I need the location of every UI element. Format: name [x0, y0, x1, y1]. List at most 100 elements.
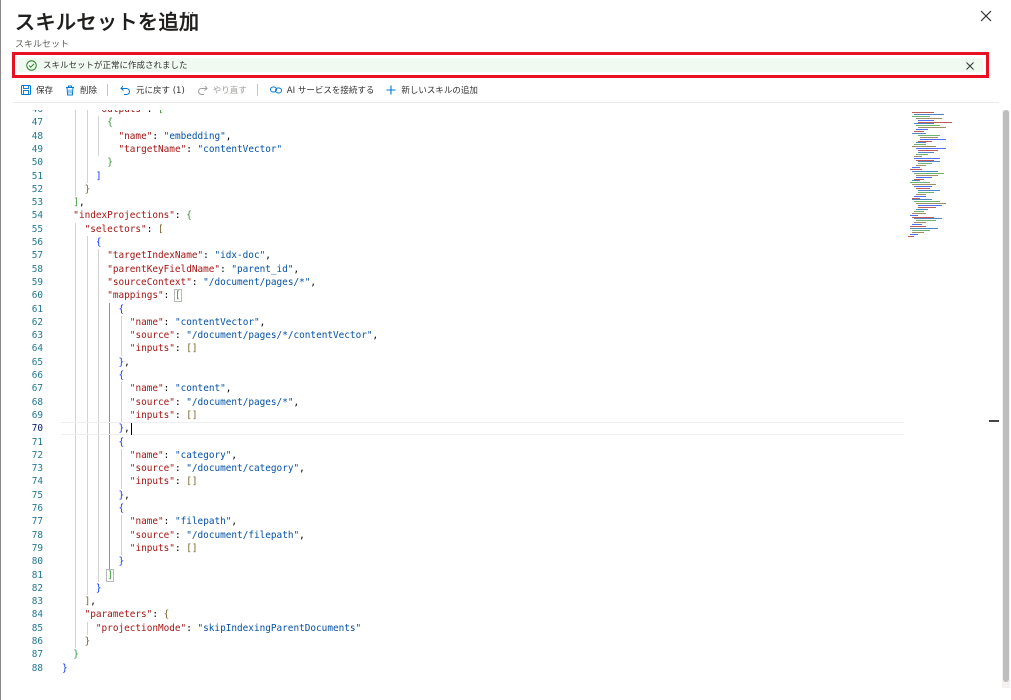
editor-minimap[interactable]: [898, 110, 968, 240]
code-line[interactable]: 79 "inputs": []: [13, 542, 893, 555]
scrollbar-thumb[interactable]: [1003, 110, 1009, 682]
code-line[interactable]: 86}: [13, 635, 893, 648]
code-line[interactable]: 64 "inputs": []: [13, 342, 893, 355]
connect-ai-label: AI サービスを接続する: [286, 86, 375, 96]
code-line[interactable]: 68 "source": "/document/pages/*",: [13, 396, 893, 409]
minimap-line: [918, 191, 934, 193]
code-line[interactable]: 49 "targetName": "contentVector": [13, 143, 893, 156]
code-line[interactable]: 77 "name": "filepath",: [13, 515, 893, 528]
code-line[interactable]: 59 "sourceContext": "/document/pages/*",: [13, 276, 893, 289]
minimap-line: [920, 136, 938, 138]
line-number: 57: [31, 250, 43, 262]
minimap-line: [914, 178, 924, 180]
code-line[interactable]: 65},: [13, 356, 893, 369]
code-line[interactable]: 74 "inputs": []: [13, 475, 893, 488]
code-line[interactable]: 88}: [13, 662, 893, 675]
code-text: {: [119, 369, 125, 382]
add-new-skill-button[interactable]: 新しいスキルの追加: [386, 84, 478, 96]
code-line[interactable]: 70},: [13, 422, 893, 435]
code-line[interactable]: 82}: [13, 582, 893, 595]
line-number: 50: [31, 157, 43, 169]
minimap-line: [912, 231, 924, 233]
code-text: "source": "/document/pages/*",: [130, 396, 299, 409]
vertical-scrollbar[interactable]: [1002, 110, 1010, 688]
code-line[interactable]: 62 "name": "contentVector",: [13, 316, 893, 329]
more-options-button[interactable]: ···: [183, 6, 194, 20]
code-line[interactable]: 60 "mappings": [: [13, 289, 893, 302]
code-line[interactable]: 83],: [13, 595, 893, 608]
code-token: "inputs": [129, 476, 175, 488]
code-line[interactable]: 58 "parentKeyFieldName": "parent_id",: [13, 263, 893, 276]
minimap-line: [916, 165, 926, 167]
code-text: "source": "/document/pages/*/contentVect…: [130, 329, 378, 342]
code-token: "selectors": [84, 223, 147, 235]
code-line[interactable]: 75},: [13, 489, 893, 502]
dismiss-notification-icon[interactable]: [965, 61, 975, 71]
code-token: ,: [78, 197, 85, 209]
code-text: "targetIndexName": "idx-doc",: [107, 249, 271, 262]
code-line[interactable]: 57 "targetIndexName": "idx-doc",: [13, 249, 893, 262]
code-token: :: [174, 330, 187, 342]
code-token: ]: [95, 170, 102, 182]
code-text: "name": "category",: [130, 449, 237, 462]
json-code-editor[interactable]: 46"outputs": [47{48"name": "embedding",4…: [13, 110, 1006, 688]
code-token: ,: [124, 489, 130, 501]
code-line[interactable]: 47 {: [13, 116, 893, 129]
line-number: 76: [31, 503, 43, 514]
save-button[interactable]: 保存: [21, 84, 53, 96]
code-line[interactable]: 52}: [13, 183, 893, 196]
code-line[interactable]: 61 {: [13, 303, 893, 316]
minimap-line: [914, 155, 922, 157]
code-token: "/document/category": [186, 463, 300, 475]
code-line[interactable]: 54 "indexProjections": {: [13, 209, 893, 222]
code-token: :: [174, 210, 187, 222]
code-token: "name": [129, 449, 164, 461]
code-token: ,: [231, 449, 238, 461]
code-token: [: [157, 223, 164, 235]
code-token: ,: [299, 463, 305, 475]
code-token: "embedding": [163, 130, 226, 142]
code-line[interactable]: 80}: [13, 555, 893, 568]
code-token: }: [62, 662, 68, 674]
code-text: ]: [96, 170, 102, 183]
code-line[interactable]: 50}: [13, 156, 893, 169]
code-line[interactable]: 66 {: [13, 369, 893, 382]
code-text: }: [73, 648, 79, 661]
code-token: "mappings": [107, 290, 164, 302]
code-text: "sourceContext": "/document/pages/*",: [107, 276, 316, 289]
line-number: 63: [31, 330, 43, 342]
code-line[interactable]: 76 {: [13, 502, 893, 515]
code-line[interactable]: 55 "selectors": [: [13, 223, 893, 236]
code-token: {: [107, 117, 113, 129]
code-line[interactable]: 48 "name": "embedding",: [13, 130, 893, 143]
code-line[interactable]: 71 {: [13, 436, 893, 449]
code-line[interactable]: 51]: [13, 170, 893, 183]
minimap-line: [910, 214, 918, 216]
code-line[interactable]: 85 "projectionMode": "skipIndexingParentD…: [13, 622, 893, 635]
minimap-line: [912, 197, 920, 199]
code-token: :: [163, 449, 175, 461]
connect-ai-service-button[interactable]: AI サービスを接続する: [269, 84, 375, 96]
code-line[interactable]: 84 "parameters": {: [13, 608, 893, 621]
code-line[interactable]: 78 "source": "/document/filepath",: [13, 529, 893, 542]
code-line[interactable]: 81]: [13, 569, 893, 582]
code-token: "indexProjections": [73, 210, 175, 222]
close-icon[interactable]: [979, 9, 993, 23]
delete-button[interactable]: 削除: [65, 84, 97, 96]
code-line[interactable]: 67 "name": "content",: [13, 382, 893, 395]
minimap-line: [916, 129, 928, 131]
code-line[interactable]: 72 "name": "category",: [13, 449, 893, 462]
code-line[interactable]: 69 "inputs": []: [13, 409, 893, 422]
code-line[interactable]: 53],: [13, 196, 893, 209]
minimap-line: [910, 226, 926, 227]
code-line[interactable]: 87}: [13, 648, 893, 661]
code-token: "parentKeyFieldName": [107, 263, 221, 275]
minimap-line: [918, 161, 940, 163]
redo-button[interactable]: やり直す: [197, 84, 247, 96]
code-line[interactable]: 73 "source": "/document/category",: [13, 462, 893, 475]
code-line[interactable]: 56 {: [13, 236, 893, 249]
code-text: {: [119, 502, 125, 515]
code-token: :: [147, 110, 158, 115]
code-line[interactable]: 63 "source": "/document/pages/*/contentVe…: [13, 329, 893, 342]
undo-button[interactable]: 元に戻す (1): [120, 84, 185, 96]
